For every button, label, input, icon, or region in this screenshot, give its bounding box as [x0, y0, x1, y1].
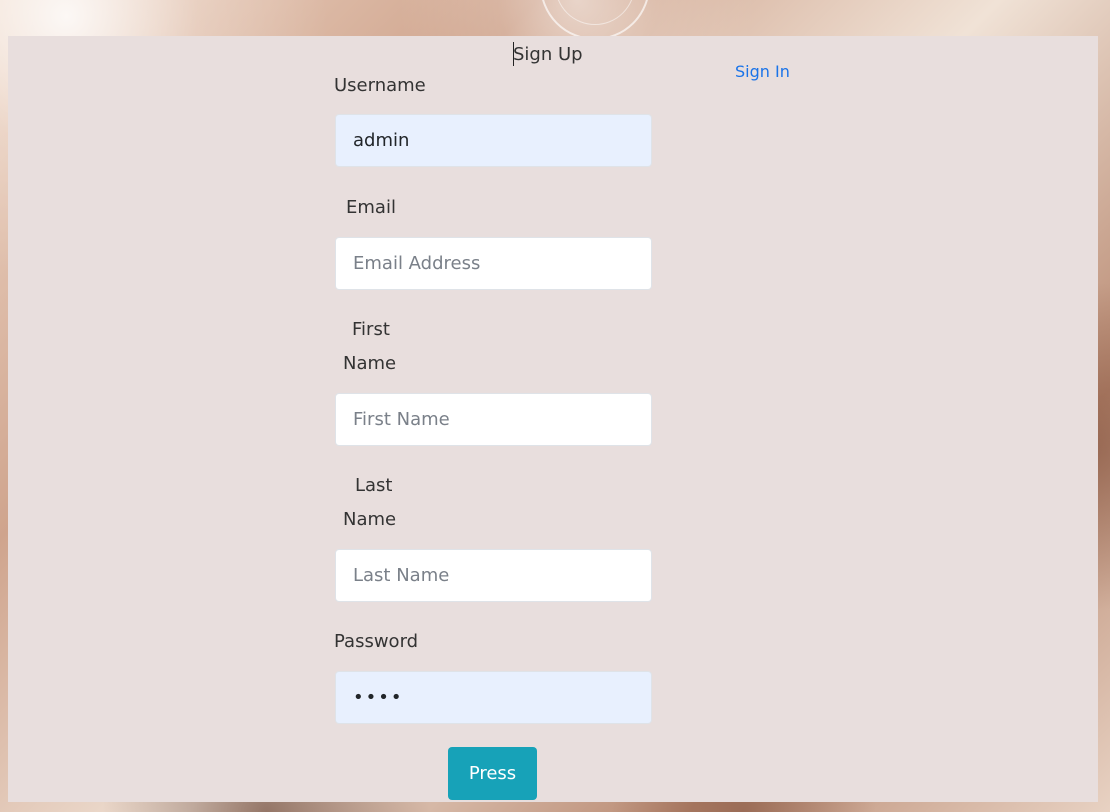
email-input[interactable] [335, 237, 652, 290]
first-name-label-line1: First [352, 319, 390, 340]
password-label: Password [334, 631, 419, 652]
username-label: Username [334, 75, 426, 96]
last-name-input[interactable] [335, 549, 652, 602]
page-title: Sign Up [513, 44, 583, 65]
password-input[interactable] [335, 671, 652, 724]
last-name-label-line1: Last [355, 475, 393, 496]
username-input[interactable] [335, 114, 652, 167]
first-name-label-line2: Name [343, 353, 397, 374]
last-name-label-line2: Name [343, 509, 397, 530]
press-button[interactable]: Press [448, 747, 537, 800]
email-label: Email [346, 197, 396, 218]
first-name-input[interactable] [335, 393, 652, 446]
sign-in-link[interactable]: Sign In [735, 62, 790, 81]
